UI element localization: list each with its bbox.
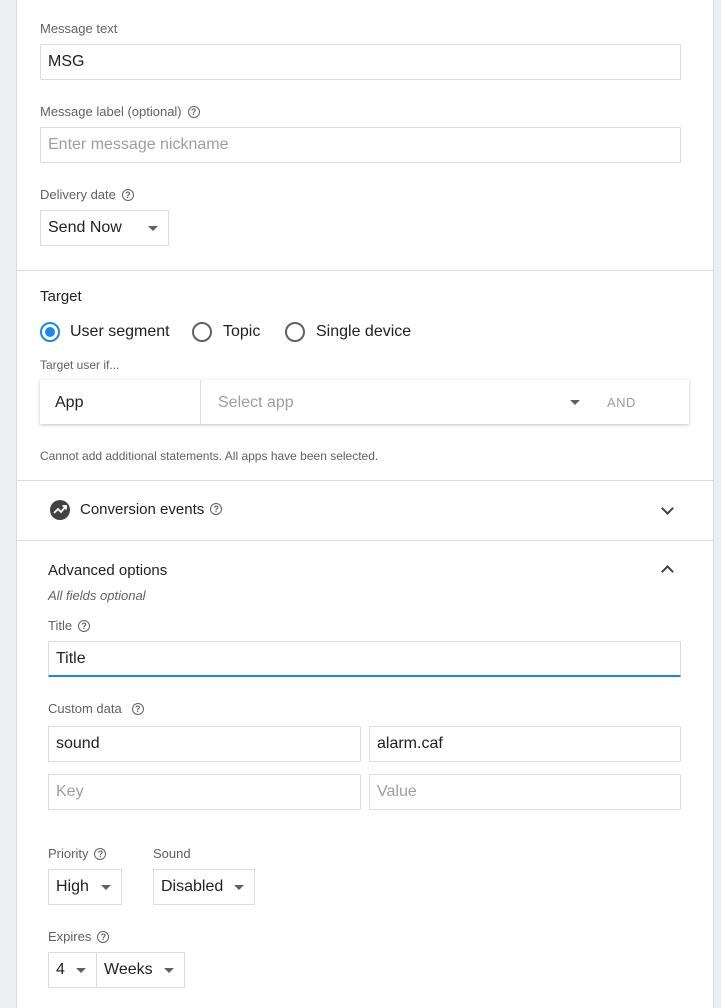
help-icon[interactable]: ? (210, 503, 223, 516)
sound-select[interactable]: Disabled (153, 869, 255, 905)
custom-data-key-input-empty[interactable]: Key (48, 774, 361, 810)
radio-single-device[interactable] (285, 322, 305, 342)
help-icon[interactable]: ? (97, 930, 110, 943)
target-heading: Target (40, 288, 82, 305)
priority-value: High (56, 878, 89, 895)
expires-label: Expires? (48, 929, 110, 944)
custom-data-value-input[interactable]: alarm.caf (369, 726, 681, 762)
expires-unit-select[interactable]: Weeks (96, 952, 185, 988)
help-icon[interactable]: ? (94, 847, 107, 860)
title-input[interactable]: Title (48, 641, 681, 677)
delivery-date-value: Send Now (48, 219, 122, 236)
target-note: Cannot add additional statements. All ap… (40, 449, 379, 463)
campaign-form-card: Message text MSG Message label (optional… (16, 0, 714, 1008)
title-label: Title? (48, 618, 91, 633)
message-text-label: Message text (40, 21, 118, 36)
select-app-dropdown[interactable]: Select app (218, 394, 294, 412)
help-icon[interactable]: ? (187, 105, 200, 118)
sound-value: Disabled (161, 878, 224, 895)
dropdown-arrow-icon (76, 968, 86, 973)
expires-number-select[interactable]: 4 (48, 952, 97, 988)
dropdown-arrow-icon[interactable] (570, 400, 580, 405)
section-divider (17, 540, 713, 541)
section-divider (17, 480, 713, 481)
priority-label: Priority? (48, 846, 107, 861)
condition-app-label: App (55, 394, 84, 411)
message-label-input[interactable]: Enter message nickname (40, 127, 681, 163)
radio-user-segment-label[interactable]: User segment (70, 323, 170, 341)
radio-topic-label[interactable]: Topic (223, 323, 260, 341)
expires-number-value: 4 (56, 961, 65, 978)
trending-up-icon (50, 500, 70, 520)
section-divider (17, 270, 713, 271)
target-condition-row: App Select app AND (40, 380, 689, 424)
help-icon[interactable]: ? (121, 188, 134, 201)
priority-select[interactable]: High (48, 869, 122, 905)
and-button[interactable]: AND (607, 395, 636, 410)
custom-data-value-input-empty[interactable]: Value (369, 774, 681, 810)
message-text-input[interactable]: MSG (40, 44, 681, 80)
custom-data-key-input[interactable]: sound (48, 726, 361, 762)
delivery-date-select[interactable]: Send Now (40, 210, 169, 246)
conversion-events-heading[interactable]: Conversion events? (80, 501, 223, 518)
help-icon[interactable]: ? (131, 702, 144, 715)
radio-user-segment[interactable] (40, 322, 60, 342)
dropdown-arrow-icon (148, 226, 158, 231)
delivery-date-label: Delivery date? (40, 187, 134, 202)
advanced-options-heading[interactable]: Advanced options (48, 562, 167, 579)
chevron-down-icon[interactable] (661, 502, 674, 515)
dropdown-arrow-icon (164, 968, 174, 973)
sound-label: Sound (153, 846, 191, 861)
chevron-up-icon[interactable] (661, 565, 674, 578)
advanced-subtitle: All fields optional (48, 588, 146, 603)
condition-separator (200, 380, 201, 424)
expires-unit-value: Weeks (104, 961, 153, 978)
dropdown-arrow-icon (101, 885, 111, 890)
radio-topic[interactable] (192, 322, 212, 342)
dropdown-arrow-icon (234, 885, 244, 890)
target-condition-label: Target user if... (40, 358, 120, 372)
help-icon[interactable]: ? (78, 619, 91, 632)
custom-data-label: Custom data? (48, 701, 144, 716)
radio-single-device-label[interactable]: Single device (316, 323, 411, 341)
message-label-label: Message label (optional)? (40, 104, 200, 119)
